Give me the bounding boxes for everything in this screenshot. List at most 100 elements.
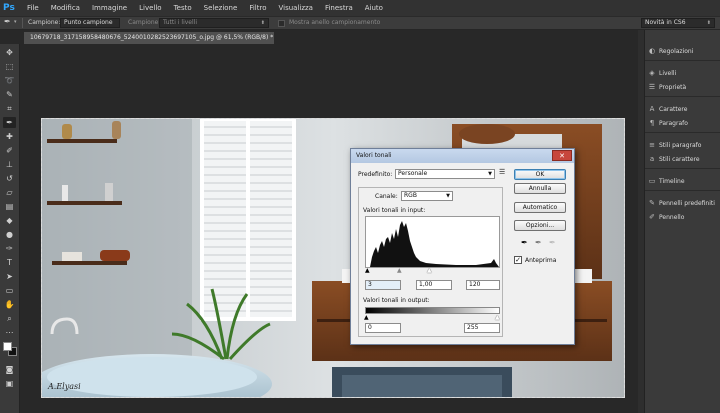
- menu-item-filtro[interactable]: Filtro: [243, 4, 272, 12]
- input-black-slider-handle[interactable]: ▲: [365, 267, 370, 274]
- menu-item-modifica[interactable]: Modifica: [45, 4, 86, 12]
- tool-preset-chevron-icon[interactable]: ▾: [14, 19, 17, 25]
- input-white-field[interactable]: 120: [466, 280, 500, 290]
- channel-select[interactable]: RGB ▼: [401, 191, 453, 201]
- ok-button[interactable]: OK: [514, 169, 566, 180]
- menu-items: File Modifica Immagine Livello Testo Selezion…: [21, 4, 389, 12]
- panel-item-brush-presets[interactable]: ✎ Pennelli predefiniti: [645, 196, 720, 210]
- gray-point-eyedropper-icon[interactable]: ✒: [535, 238, 542, 247]
- chevron-down-icon: ⬍: [260, 20, 265, 26]
- panel-item-layers[interactable]: ◈ Livelli: [645, 66, 720, 80]
- brush-tool-icon[interactable]: ✐: [3, 145, 16, 156]
- foreground-color-swatch[interactable]: [3, 342, 12, 351]
- output-black-field[interactable]: 0: [365, 323, 401, 333]
- brush-presets-icon: ✎: [649, 199, 655, 207]
- layers-icon: ◈: [649, 69, 655, 77]
- input-slider-track[interactable]: ▲ ▲ ▲: [365, 267, 500, 275]
- panel-item-adjust[interactable]: ◐ Regolazioni: [645, 44, 720, 58]
- panel-divider: [645, 190, 720, 191]
- quick-select-tool-icon[interactable]: ✎: [3, 89, 16, 100]
- right-panels: ◐ Regolazioni ◈ Livelli ☰ Proprietà A Carattere…: [644, 30, 720, 413]
- eyedropper-tool-icon[interactable]: ✒: [4, 17, 11, 26]
- output-white-field[interactable]: 255: [464, 323, 500, 333]
- document-tab[interactable]: 10679718_317158958480676_524001028252369…: [24, 32, 274, 44]
- menu-item-testo[interactable]: Testo: [168, 4, 198, 12]
- input-white-slider-handle[interactable]: ▲: [427, 267, 432, 274]
- output-white-slider-handle[interactable]: ▲: [495, 314, 500, 321]
- chevron-down-icon: ⬍: [112, 27, 116, 28]
- paragraph-styles-icon: ≡: [649, 141, 655, 149]
- menu-item-aiuto[interactable]: Aiuto: [359, 4, 389, 12]
- menu-item-immagine[interactable]: Immagine: [86, 4, 133, 12]
- input-black-field[interactable]: 3: [365, 280, 401, 290]
- chevron-down-icon: ⬍: [706, 20, 711, 26]
- preview-checkbox[interactable]: ✓: [514, 256, 522, 264]
- menu-item-selezione[interactable]: Selezione: [198, 4, 244, 12]
- move-tool-icon[interactable]: ✥: [3, 47, 16, 58]
- options-button[interactable]: Opzioni...: [514, 220, 566, 231]
- gradient-tool-icon[interactable]: ▤: [3, 201, 16, 212]
- dialog-titlebar[interactable]: Valori tonali: [351, 149, 574, 163]
- output-black-slider-handle[interactable]: ▲: [364, 314, 369, 321]
- panel-item-label: Stili paragrafo: [659, 142, 702, 149]
- menu-item-file[interactable]: File: [21, 4, 45, 12]
- cancel-button[interactable]: Annulla: [514, 183, 566, 194]
- panel-item-timeline[interactable]: ▭ Timeline: [645, 174, 720, 188]
- quick-mask-icon[interactable]: ◙: [3, 364, 16, 375]
- histogram-graph: [366, 221, 499, 267]
- type-tool-icon[interactable]: T: [3, 257, 16, 268]
- eraser-tool-icon[interactable]: ▱: [3, 187, 16, 198]
- path-select-tool-icon[interactable]: ➤: [3, 271, 16, 282]
- panel-item-character[interactable]: A Carattere: [645, 102, 720, 116]
- history-brush-tool-icon[interactable]: ↺: [3, 173, 16, 184]
- white-point-eyedropper-icon[interactable]: ✒: [549, 238, 556, 247]
- dialog-close-button[interactable]: ✕: [552, 150, 572, 161]
- menu-item-livello[interactable]: Livello: [133, 4, 167, 12]
- preset-options-icon[interactable]: ☰: [499, 168, 505, 176]
- healing-brush-tool-icon[interactable]: ✚: [3, 131, 16, 142]
- auto-button[interactable]: Automatico: [514, 202, 566, 213]
- sample-size-select[interactable]: Punto campione⬍: [60, 18, 120, 28]
- marquee-tool-icon[interactable]: ⬚: [3, 61, 16, 72]
- zoom-tool-icon[interactable]: ⌕: [3, 313, 16, 324]
- clone-stamp-tool-icon[interactable]: ⊥: [3, 159, 16, 170]
- show-ring-checkbox[interactable]: [278, 20, 285, 27]
- brush-icon: ✐: [649, 213, 655, 221]
- close-icon: ✕: [559, 152, 565, 160]
- panel-item-paragraph-styles[interactable]: ≡ Stili paragrafo: [645, 138, 720, 152]
- input-gamma-field[interactable]: 1,00: [416, 280, 452, 290]
- chevron-down-icon: ▼: [446, 193, 450, 199]
- panel-item-character-styles[interactable]: a Stili carattere: [645, 152, 720, 166]
- crop-tool-icon[interactable]: ⌗: [3, 103, 16, 114]
- workspace-select[interactable]: Novità in CS6 ⬍: [641, 18, 715, 28]
- tools-panel: ✥ ⬚ ➰ ✎ ⌗ ✒ ✚ ✐ ⊥ ↺ ▱ ▤ ◆ ● ✑ T ➤ ▭ ✋ ⌕ …: [0, 44, 20, 413]
- divider: [22, 18, 23, 28]
- chevron-down-icon: ▼: [488, 171, 492, 177]
- eyedropper-tool-icon[interactable]: ✒: [3, 117, 16, 128]
- screen-mode-icon[interactable]: ▣: [3, 378, 16, 389]
- sample-layers-label: Campione:: [128, 19, 161, 26]
- panel-item-label: Stili carattere: [659, 156, 700, 163]
- blur-tool-icon[interactable]: ◆: [3, 215, 16, 226]
- hand-tool-icon[interactable]: ✋: [3, 299, 16, 310]
- input-gamma-slider-handle[interactable]: ▲: [397, 267, 402, 274]
- adjust-icon: ◐: [648, 47, 656, 55]
- black-point-eyedropper-icon[interactable]: ✒: [521, 238, 528, 247]
- sample-size-label: Campione:: [28, 19, 61, 26]
- character-icon: A: [649, 105, 655, 113]
- preset-select[interactable]: Personale ▼: [395, 169, 495, 179]
- menu-item-visualizza[interactable]: Visualizza: [272, 4, 318, 12]
- pen-tool-icon[interactable]: ✑: [3, 243, 16, 254]
- panel-item-properties[interactable]: ☰ Proprietà: [645, 80, 720, 94]
- lasso-tool-icon[interactable]: ➰: [3, 75, 16, 86]
- menu-bar: Ps File Modifica Immagine Livello Testo Selez…: [0, 0, 720, 16]
- panel-item-brush[interactable]: ✐ Pennello: [645, 210, 720, 224]
- panel-divider: [645, 96, 720, 97]
- dialog-title: Valori tonali: [356, 152, 392, 159]
- dodge-tool-icon[interactable]: ●: [3, 229, 16, 240]
- menu-item-finestra[interactable]: Finestra: [319, 4, 359, 12]
- more-tools-icon[interactable]: ⋯: [3, 327, 16, 338]
- panel-item-paragraph[interactable]: ¶ Paragrafo: [645, 116, 720, 130]
- sample-layers-select[interactable]: Tutti i livelli ⬍: [159, 18, 269, 28]
- shape-tool-icon[interactable]: ▭: [3, 285, 16, 296]
